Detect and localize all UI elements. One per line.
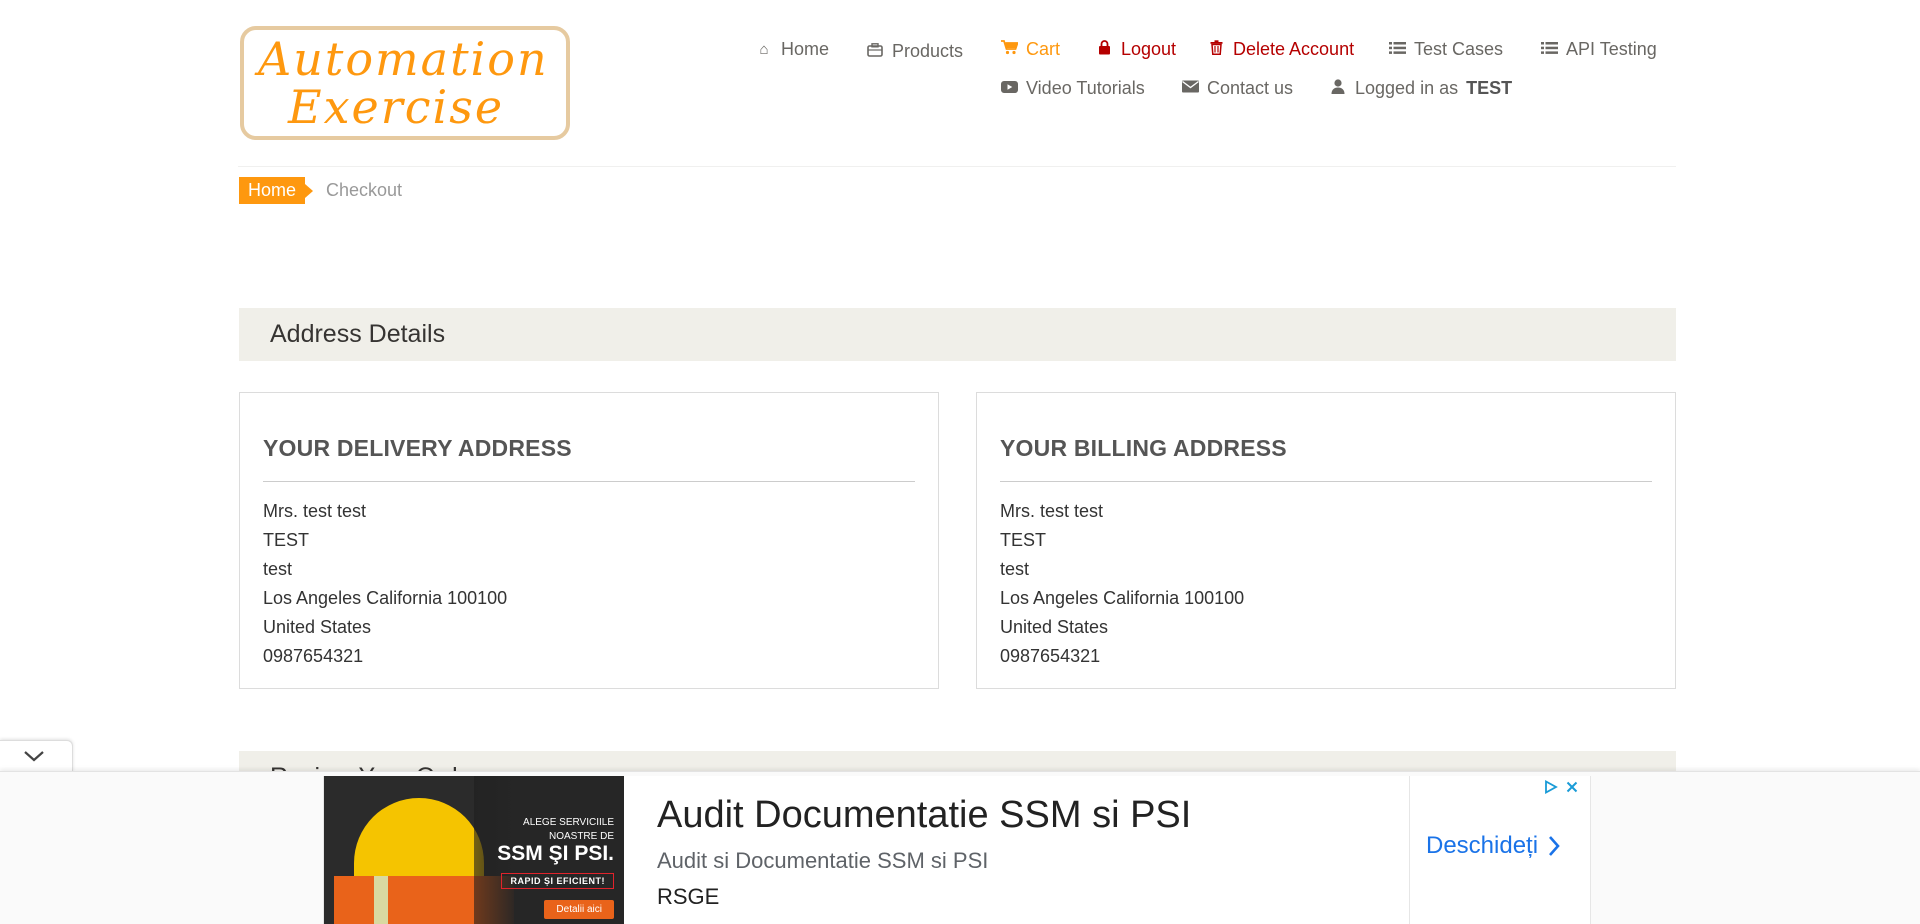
trash-icon xyxy=(1207,40,1225,59)
nav-video-tutorials-link[interactable]: Video Tutorials xyxy=(1000,78,1145,99)
nav-test-cases-link[interactable]: Test Cases xyxy=(1388,39,1503,60)
list-icon xyxy=(1388,41,1406,59)
delivery-address-divider xyxy=(263,481,915,482)
nav-delete-account-label: Delete Account xyxy=(1233,39,1355,59)
delivery-city-state-zip: Los Angeles California 100100 xyxy=(263,588,508,608)
nav-api-testing-link[interactable]: API Testing xyxy=(1540,39,1657,60)
briefcase-icon xyxy=(866,42,884,61)
chevron-down-icon xyxy=(24,751,44,762)
ad-card[interactable]: ALEGE SERVICIILE NOASTRE DE SSM ŞI PSI. … xyxy=(323,776,1591,924)
delivery-country: United States xyxy=(263,617,372,637)
lock-icon xyxy=(1095,40,1113,59)
ad-image-text-1: ALEGE SERVICIILE NOASTRE DE xyxy=(523,817,614,842)
close-icon[interactable] xyxy=(1566,781,1578,793)
nav-products-label: Products xyxy=(892,41,964,61)
nav-logged-in-prefix: Logged in as xyxy=(1355,78,1459,98)
address-details-header: Address Details xyxy=(239,308,1676,361)
billing-phone: 0987654321 xyxy=(1000,646,1101,666)
nav-test-cases-label: Test Cases xyxy=(1414,39,1504,59)
delivery-address-box: YOUR DELIVERY ADDRESS Mrs. test test TES… xyxy=(239,392,939,689)
ad-choices xyxy=(1544,780,1578,794)
delivery-phone: 0987654321 xyxy=(263,646,364,666)
nav-home-label: Home xyxy=(781,39,830,59)
shopping-cart-icon xyxy=(1000,40,1019,59)
nav-logout-link[interactable]: Logout xyxy=(1095,39,1176,60)
logo-line-2: Exercise xyxy=(288,80,505,134)
delivery-address-title: YOUR DELIVERY ADDRESS xyxy=(263,435,572,461)
ad-image-button[interactable]: Detalii aici xyxy=(544,900,614,919)
ad-collapse-button[interactable] xyxy=(0,740,73,772)
ad-open-button[interactable]: Deschideți xyxy=(1426,832,1560,860)
ad-title[interactable]: Audit Documentatie SSM si PSI xyxy=(657,794,1191,837)
billing-address-lines: Mrs. test test TEST test Los Angeles Cal… xyxy=(1000,497,1244,671)
nav-video-tutorials-label: Video Tutorials xyxy=(1026,78,1145,98)
billing-city-state-zip: Los Angeles California 100100 xyxy=(1000,588,1245,608)
nav-delete-account-link[interactable]: Delete Account xyxy=(1207,39,1354,60)
ad-divider xyxy=(1409,776,1410,924)
ad-open-label: Deschideți xyxy=(1426,832,1539,859)
adchoices-icon[interactable] xyxy=(1544,780,1558,794)
ad-subtitle: Audit si Documentatie SSM si PSI xyxy=(657,848,989,873)
nav-cart-label: Cart xyxy=(1026,39,1061,59)
nav-api-testing-label: API Testing xyxy=(1566,39,1657,59)
nav-products-link[interactable]: Products xyxy=(866,41,963,62)
header-divider xyxy=(238,166,1676,167)
delivery-name: Mrs. test test xyxy=(263,501,367,521)
ad-image-text-2: SSM ŞI PSI. xyxy=(497,842,614,865)
delivery-address-lines: Mrs. test test TEST test Los Angeles Cal… xyxy=(263,497,507,671)
nav-contact-us-label: Contact us xyxy=(1207,78,1294,98)
nav-cart-link[interactable]: Cart xyxy=(1000,39,1060,60)
billing-address1: test xyxy=(1000,559,1030,579)
breadcrumb-current: Checkout xyxy=(326,180,403,200)
nav-logged-in-link[interactable]: Logged in as TEST xyxy=(1329,78,1512,99)
nav-contact-us-link[interactable]: Contact us xyxy=(1181,78,1293,99)
breadcrumb-home-link[interactable]: Home xyxy=(239,177,314,204)
address-details-heading: Address Details xyxy=(270,320,446,348)
list-icon xyxy=(1540,41,1558,59)
ad-image[interactable]: ALEGE SERVICIILE NOASTRE DE SSM ŞI PSI. … xyxy=(324,776,624,924)
billing-company: TEST xyxy=(1000,530,1047,550)
billing-country: United States xyxy=(1000,617,1109,637)
delivery-company: TEST xyxy=(263,530,310,550)
home-icon: ⌂ xyxy=(759,41,769,58)
ad-brand: RSGE xyxy=(657,884,720,909)
nav-logged-in-username: TEST xyxy=(1466,78,1513,98)
delivery-address1: test xyxy=(263,559,293,579)
billing-address-box: YOUR BILLING ADDRESS Mrs. test test TEST… xyxy=(976,392,1676,689)
user-icon xyxy=(1329,79,1347,98)
nav-logout-label: Logout xyxy=(1121,39,1177,59)
billing-address-title: YOUR BILLING ADDRESS xyxy=(1000,435,1287,461)
nav-home-link[interactable]: ⌂ Home xyxy=(755,39,829,60)
ad-image-text-3: RAPID ȘI EFICIENT! xyxy=(501,873,614,889)
billing-address-divider xyxy=(1000,481,1652,482)
ad-banner: ALEGE SERVICIILE NOASTRE DE SSM ŞI PSI. … xyxy=(0,771,1920,924)
envelope-icon xyxy=(1181,80,1199,97)
site-logo[interactable]: Automation Exercise xyxy=(240,26,570,140)
chevron-right-icon xyxy=(1549,836,1560,856)
billing-name: Mrs. test test xyxy=(1000,501,1104,521)
logo-line-1: Automation xyxy=(258,32,549,86)
youtube-play-icon xyxy=(1000,80,1018,98)
